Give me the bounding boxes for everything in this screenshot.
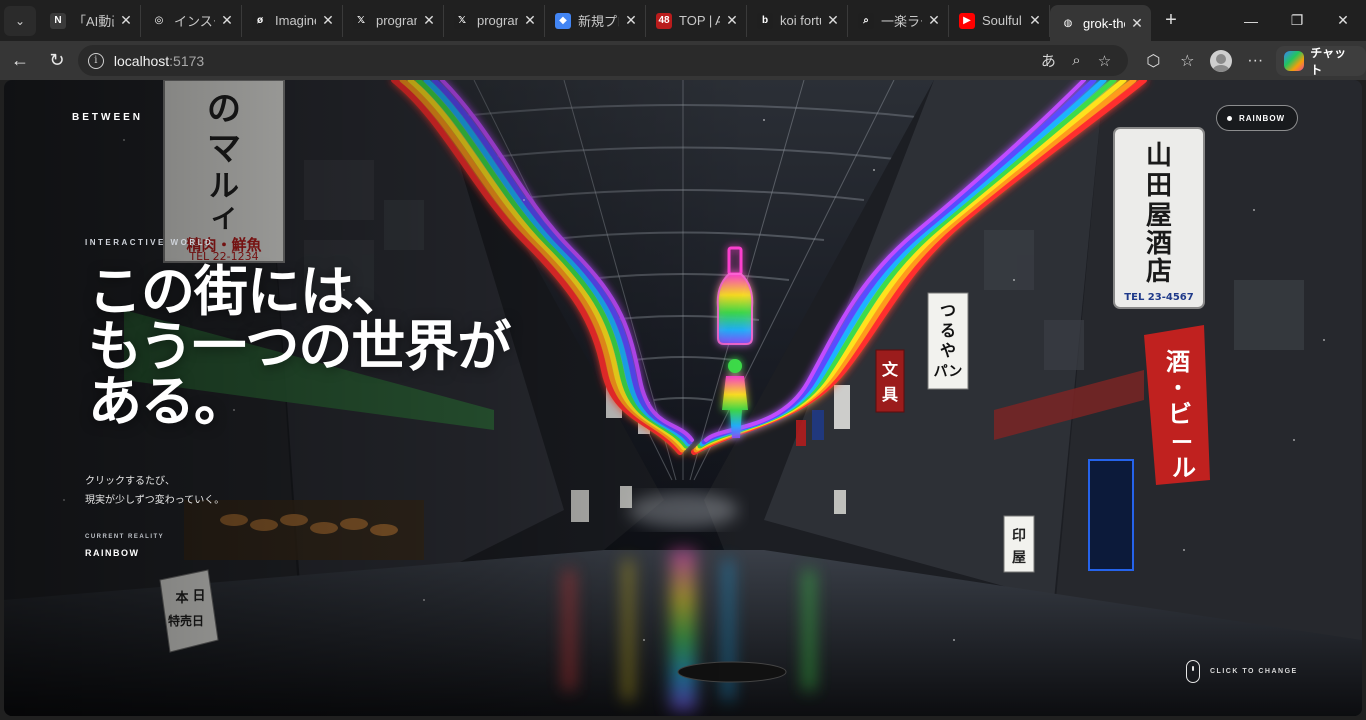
close-tab-icon[interactable]: ✕ [118, 12, 134, 29]
tab-title: grok-the [1083, 15, 1125, 31]
subtext-line: クリックするたび、 [85, 476, 175, 487]
refresh-icon: ↻ [49, 50, 65, 70]
browser-tab[interactable]: N 「AI動画」 ✕ [40, 4, 141, 37]
close-window-button[interactable]: ✕ [1320, 0, 1366, 41]
site-icon: 48 [656, 12, 672, 29]
current-reality-value: RAINBOW [85, 548, 140, 558]
click-to-change-hint[interactable]: CLICK TO CHANGE [1186, 660, 1298, 683]
click-hint-label: CLICK TO CHANGE [1210, 668, 1298, 675]
chevron-down-icon: ⌄ [14, 13, 26, 28]
tab-title: program [477, 13, 518, 28]
notion-icon: N [50, 12, 66, 29]
favorite-star-icon[interactable]: ☆ [1090, 52, 1118, 70]
tab-title: 「AI動画」 [73, 14, 114, 29]
maximize-button[interactable]: ❐ [1274, 0, 1320, 41]
web-page[interactable]: の マ ル イ 精肉・鮮魚 TEL 22-1234 山 田 屋 酒 店 TEL … [4, 80, 1362, 716]
tab-title: Imagine [275, 13, 316, 28]
minimize-button[interactable]: — [1228, 0, 1274, 41]
close-tab-icon[interactable]: ✕ [522, 12, 538, 29]
browser-tab[interactable]: 48 TOP | AI ✕ [646, 4, 747, 37]
browser-tab[interactable]: ▶ Soulful 2 ✕ [949, 4, 1050, 37]
mouse-icon [1186, 660, 1200, 683]
arrow-left-icon: ← [10, 50, 29, 70]
x-icon: 𝕏 [454, 12, 470, 29]
window-controls: — ❐ ✕ [1228, 0, 1366, 41]
tab-title: 一楽ラー [881, 14, 922, 29]
browser-tab[interactable]: ⌕ 一楽ラー ✕ [848, 4, 949, 37]
hero-subtext: クリックするたび、 現実が少しずつ変わっていく。 [85, 472, 224, 510]
current-reality-label: CURRENT REALITY [85, 534, 165, 540]
search-icon: ⌕ [858, 12, 874, 29]
headline-line: この街には、 [88, 260, 407, 323]
close-tab-icon[interactable]: ✕ [320, 12, 336, 29]
browser-tab[interactable]: ◎ インスタYou ✕ [141, 4, 242, 37]
plus-icon: + [1165, 9, 1177, 31]
tab-list: N「AI動画」✕◎インスタYou✕øImagine✕𝕏program✕𝕏prog… [40, 0, 1151, 41]
refresh-button[interactable]: ↻ [40, 45, 74, 77]
browser-tab[interactable]: 𝕏program ✕ [343, 4, 444, 37]
close-tab-icon[interactable]: ✕ [623, 12, 639, 29]
browser-tab[interactable]: ø Imagine ✕ [242, 4, 343, 37]
browser-tab[interactable]: ◆ 新規プロ ✕ [545, 4, 646, 37]
copilot-label: チャット [1310, 45, 1347, 77]
close-tab-icon[interactable]: ✕ [1027, 12, 1043, 29]
bing-icon: b [757, 12, 773, 29]
close-tab-icon[interactable]: ✕ [926, 12, 942, 29]
browser-tab[interactable]: b koi fortu ✕ [747, 4, 848, 37]
tab-title: program [376, 13, 417, 28]
browser-tab[interactable]: ◍ grok-the✕ [1050, 5, 1151, 41]
translate-icon[interactable]: あ [1034, 50, 1062, 71]
url-host: localhost [113, 52, 170, 69]
back-button[interactable]: ← [3, 45, 37, 77]
tab-title: TOP | AI [679, 13, 720, 28]
url-text[interactable]: localhost:5173 [114, 53, 1035, 69]
headline-line: ある。 [88, 370, 248, 433]
site-info-icon[interactable]: i [87, 52, 104, 69]
new-tab-button[interactable]: + [1155, 6, 1187, 36]
profile-button[interactable] [1204, 45, 1238, 77]
close-tab-icon[interactable]: ✕ [724, 12, 740, 29]
copilot-icon [1284, 50, 1305, 71]
x-icon: 𝕏 [353, 12, 369, 29]
tab-title: Soulful 2 [982, 13, 1023, 28]
gemini-icon: ◆ [555, 12, 571, 29]
subtext-line: 現実が少しずつ変わっていく。 [85, 495, 225, 506]
extensions-icon[interactable]: ⬡ [1136, 45, 1170, 77]
eyebrow-label: INTERACTIVE WORLD [85, 238, 214, 247]
more-menu-icon[interactable]: ··· [1238, 45, 1272, 77]
brand-logo[interactable]: BETWEEN [72, 112, 143, 123]
tab-title: 新規プロ [578, 14, 619, 29]
close-tab-icon[interactable]: ✕ [421, 12, 437, 29]
youtube-icon: ▶ [959, 12, 975, 29]
address-bar[interactable]: i localhost:5173 あ ⌕ ☆ [77, 45, 1129, 76]
tab-title: koi fortu [780, 13, 821, 28]
status-dot-icon [1227, 116, 1232, 121]
tab-actions-menu-button[interactable]: ⌄ [4, 5, 36, 36]
favorites-icon[interactable]: ☆ [1170, 45, 1204, 77]
close-tab-icon[interactable]: ✕ [1129, 15, 1145, 32]
avatar [1210, 49, 1233, 72]
browser-tab[interactable]: 𝕏program ✕ [444, 4, 545, 37]
browser-toolbar: ← ↻ i localhost:5173 あ ⌕ ☆ ⬡ ☆ ··· チャット [0, 41, 1366, 80]
grok-icon: ø [252, 12, 268, 29]
copilot-button[interactable]: チャット [1276, 45, 1366, 77]
tab-title: インスタYou [174, 14, 215, 29]
close-tab-icon[interactable]: ✕ [825, 12, 841, 29]
zoom-icon[interactable]: ⌕ [1062, 52, 1090, 69]
hero-headline: この街には、 もう一つの世界が ある。 [88, 260, 511, 433]
close-tab-icon[interactable]: ✕ [219, 12, 235, 29]
url-port: :5173 [169, 52, 205, 69]
openai-icon: ◎ [151, 12, 167, 29]
headline-line: もう一つの世界が [88, 315, 511, 378]
mode-pill-label: RAINBOW [1239, 113, 1286, 123]
globe-icon: ◍ [1060, 15, 1076, 31]
mode-pill[interactable]: RAINBOW [1216, 105, 1299, 131]
tab-strip: ⌄ N「AI動画」✕◎インスタYou✕øImagine✕𝕏program✕𝕏pr… [0, 0, 1366, 41]
